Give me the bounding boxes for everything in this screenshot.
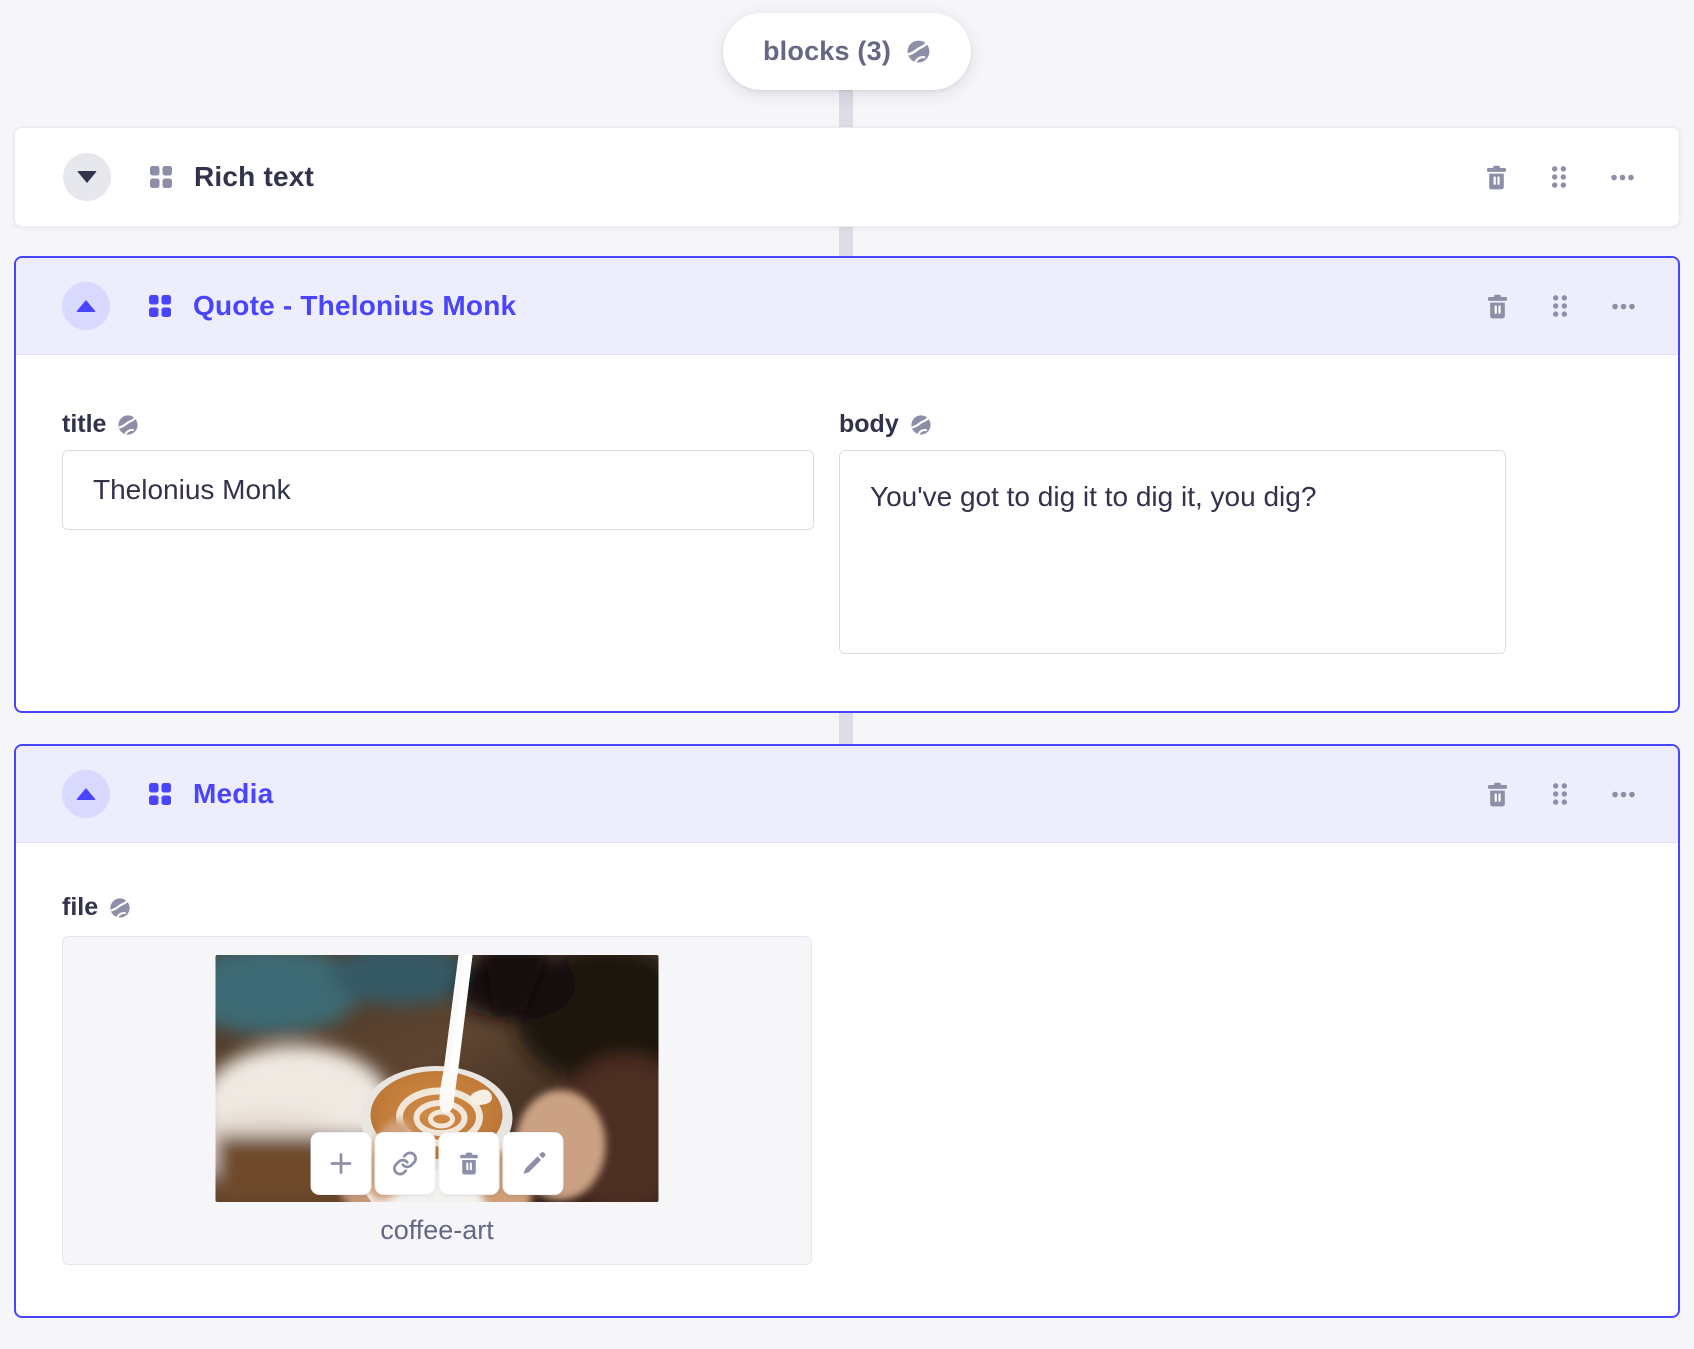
block-actions bbox=[1482, 291, 1638, 321]
link-icon[interactable] bbox=[374, 1132, 436, 1195]
field-label-row: title bbox=[62, 410, 814, 439]
drag-handle-icon[interactable] bbox=[1545, 291, 1575, 321]
field-label-row: body bbox=[839, 410, 1506, 439]
collapse-toggle-button[interactable] bbox=[62, 282, 110, 330]
block-title: Media bbox=[193, 778, 274, 809]
collapse-toggle-button[interactable] bbox=[62, 770, 110, 818]
file-name-caption: coffee-art bbox=[380, 1215, 494, 1245]
trash-icon[interactable] bbox=[1482, 779, 1512, 809]
expand-toggle-button[interactable] bbox=[63, 153, 111, 201]
block-actions bbox=[1482, 779, 1638, 809]
drag-handle-icon[interactable] bbox=[1544, 162, 1574, 192]
block-quote-header: Quote - Thelonius Monk bbox=[16, 258, 1678, 355]
block-title: Quote - Thelonius Monk bbox=[193, 290, 517, 321]
blocks-grid-icon bbox=[148, 294, 172, 318]
more-options-icon[interactable] bbox=[1607, 162, 1637, 192]
block-title: Rich text bbox=[194, 161, 315, 192]
plus-icon[interactable] bbox=[310, 1132, 372, 1195]
blocks-grid-icon bbox=[149, 165, 173, 189]
blocks-grid-icon bbox=[148, 782, 172, 806]
field-label: file bbox=[62, 893, 99, 921]
more-options-icon[interactable] bbox=[1608, 779, 1638, 809]
block-quote-body: title body bbox=[16, 355, 1678, 711]
trash-icon[interactable] bbox=[438, 1132, 500, 1195]
field-body: body bbox=[839, 410, 1506, 659]
globe-icon bbox=[117, 413, 140, 436]
file-field-card: coffee-art bbox=[62, 936, 812, 1265]
caret-down-icon bbox=[77, 171, 97, 183]
globe-icon bbox=[909, 413, 932, 436]
media-action-toolbar bbox=[310, 1132, 564, 1195]
block-media-body: file coffee-art bbox=[16, 843, 1678, 1316]
field-label: title bbox=[62, 410, 107, 438]
field-title: title bbox=[62, 410, 814, 659]
caret-up-icon bbox=[76, 788, 96, 800]
drag-handle-icon[interactable] bbox=[1545, 779, 1575, 809]
blocks-list: Rich text Quote - Thelonius Monk title T… bbox=[14, 127, 1680, 1349]
globe-icon bbox=[906, 39, 931, 64]
field-label: body bbox=[839, 410, 899, 438]
field-label-row: file bbox=[62, 893, 1678, 922]
globe-icon bbox=[109, 896, 131, 919]
block-actions bbox=[1481, 162, 1637, 192]
block-rich-text: Rich text bbox=[14, 127, 1680, 227]
array-field-label: blocks (3) bbox=[762, 36, 892, 66]
trash-icon[interactable] bbox=[1482, 291, 1512, 321]
block-media: Media file coffee-art bbox=[14, 744, 1680, 1318]
array-field-pill: blocks (3) bbox=[722, 13, 972, 90]
caret-up-icon bbox=[76, 300, 96, 312]
body-textarea[interactable] bbox=[839, 450, 1506, 654]
trash-icon[interactable] bbox=[1481, 162, 1511, 192]
block-quote: Quote - Thelonius Monk title body bbox=[14, 256, 1680, 713]
title-input[interactable] bbox=[62, 450, 814, 530]
pencil-icon[interactable] bbox=[502, 1132, 564, 1195]
block-media-header: Media bbox=[16, 746, 1678, 843]
more-options-icon[interactable] bbox=[1608, 291, 1638, 321]
